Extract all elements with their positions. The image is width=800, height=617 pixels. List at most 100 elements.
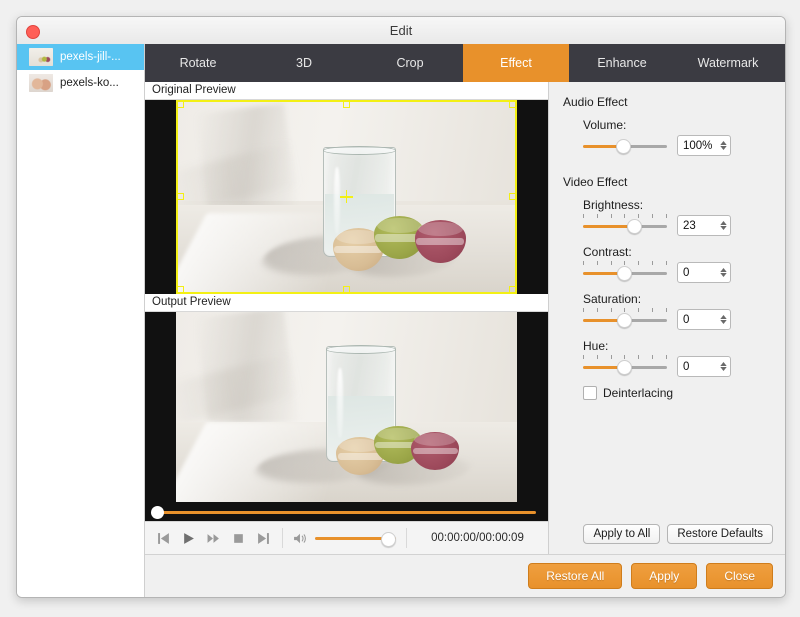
output-preview-stage <box>145 312 548 502</box>
panel-footer: Apply to All Restore Defaults <box>549 524 785 554</box>
tab-bar: Rotate 3D Crop Effect Enhance Watermark <box>145 44 785 82</box>
stop-icon[interactable] <box>232 532 245 545</box>
volume-handle[interactable] <box>381 531 396 547</box>
volume-slider[interactable] <box>315 531 396 547</box>
deinterlacing-checkbox[interactable] <box>583 386 597 400</box>
chevron-up-icon <box>719 221 727 225</box>
volume-control <box>283 531 406 547</box>
scrubber-track <box>155 511 536 514</box>
chevron-down-icon <box>719 273 727 277</box>
preview-column: Original Preview Output Preview 00:00:00… <box>145 82 549 554</box>
contrast-value: 0 <box>683 266 690 279</box>
brightness-stepper-arrows[interactable] <box>716 216 730 235</box>
window-title: Edit <box>389 23 413 38</box>
previous-icon[interactable] <box>157 532 170 545</box>
original-preview-image <box>176 100 517 294</box>
chevron-down-icon <box>719 146 727 150</box>
audio-effect-group-title: Audio Effect <box>563 95 628 109</box>
file-list-item[interactable]: pexels-jill-... <box>17 44 144 70</box>
contrast-slider-row: 0 <box>583 261 785 283</box>
chevron-down-icon <box>719 320 727 324</box>
file-name: pexels-jill-... <box>60 51 121 63</box>
effect-panel-body: Audio Effect Volume: 100% Video Effect B… <box>549 82 785 524</box>
brightness-row-label: Brightness: <box>583 198 644 212</box>
tab-3d[interactable]: 3D <box>251 44 357 82</box>
file-name: pexels-ko... <box>60 77 119 89</box>
slider-ticks <box>583 261 667 265</box>
volume-effect-slider[interactable] <box>583 138 667 154</box>
contrast-stepper-arrows[interactable] <box>716 263 730 282</box>
slider-ticks <box>583 355 667 359</box>
original-preview-stage <box>145 100 548 294</box>
footer-bar: Restore All Apply Close <box>145 554 785 597</box>
effect-panel: Audio Effect Volume: 100% Video Effect B… <box>549 82 785 554</box>
transport-bar: 00:00:00/00:00:09 <box>145 521 548 554</box>
volume-stepper-arrows[interactable] <box>716 136 730 155</box>
close-button[interactable]: Close <box>706 563 773 589</box>
chevron-up-icon <box>719 315 727 319</box>
transport-buttons <box>145 532 282 545</box>
chevron-down-icon <box>719 367 727 371</box>
scrubber-handle[interactable] <box>151 506 164 519</box>
volume-slider-row: 100% <box>583 135 785 156</box>
chevron-up-icon <box>719 141 727 145</box>
content-area: Original Preview Output Preview 00:00:00… <box>145 82 785 554</box>
brightness-value: 23 <box>683 219 696 232</box>
play-icon[interactable] <box>182 532 195 545</box>
apply-button[interactable]: Apply <box>631 563 698 589</box>
chevron-up-icon <box>719 268 727 272</box>
deinterlacing-label: Deinterlacing <box>603 386 674 400</box>
hue-stepper[interactable]: 0 <box>677 356 731 377</box>
original-preview-label: Original Preview <box>145 82 548 100</box>
saturation-row-label: Saturation: <box>583 292 642 306</box>
file-thumbnail <box>29 48 53 66</box>
apply-to-all-button[interactable]: Apply to All <box>583 524 661 544</box>
slider-ticks <box>583 214 667 218</box>
saturation-stepper-arrows[interactable] <box>716 310 730 329</box>
file-thumbnail <box>29 74 53 92</box>
contrast-row-label: Contrast: <box>583 245 632 259</box>
video-effect-group-title: Video Effect <box>563 175 628 189</box>
hue-stepper-arrows[interactable] <box>716 357 730 376</box>
chevron-up-icon <box>719 362 727 366</box>
file-list-sidebar: pexels-jill-... pexels-ko... <box>17 44 145 597</box>
chevron-down-icon <box>719 226 727 230</box>
output-preview-image <box>176 312 517 502</box>
tab-crop[interactable]: Crop <box>357 44 463 82</box>
file-list-item[interactable]: pexels-ko... <box>17 70 144 96</box>
volume-stepper[interactable]: 100% <box>677 135 731 156</box>
volume-value: 100% <box>683 139 713 152</box>
speaker-icon[interactable] <box>293 532 308 545</box>
brightness-stepper[interactable]: 23 <box>677 215 731 236</box>
output-preview-label: Output Preview <box>145 294 548 312</box>
restore-all-button[interactable]: Restore All <box>528 563 623 589</box>
main-area: Rotate 3D Crop Effect Enhance Watermark … <box>145 44 785 597</box>
saturation-slider-row: 0 <box>583 308 785 330</box>
contrast-stepper[interactable]: 0 <box>677 262 731 283</box>
time-display: 00:00:00/00:00:09 <box>431 532 524 544</box>
hue-slider-row: 0 <box>583 355 785 377</box>
restore-defaults-button[interactable]: Restore Defaults <box>667 524 773 544</box>
saturation-value: 0 <box>683 313 690 326</box>
volume-row-label: Volume: <box>583 118 627 132</box>
fast-forward-icon[interactable] <box>207 532 220 545</box>
tab-watermark[interactable]: Watermark <box>675 44 781 82</box>
window-body: pexels-jill-... pexels-ko... Rotate 3D C… <box>17 44 785 597</box>
brightness-slider[interactable] <box>583 214 667 234</box>
saturation-stepper[interactable]: 0 <box>677 309 731 330</box>
next-icon[interactable] <box>257 532 270 545</box>
playback-scrubber[interactable] <box>145 502 548 521</box>
tab-effect[interactable]: Effect <box>463 44 569 82</box>
edit-window: Edit pexels-jill-... pexels-ko... Rotate… <box>16 16 786 598</box>
tab-rotate[interactable]: Rotate <box>145 44 251 82</box>
hue-row-label: Hue: <box>583 339 609 353</box>
hue-value: 0 <box>683 360 690 373</box>
saturation-slider[interactable] <box>583 308 667 328</box>
brightness-slider-row: 23 <box>583 214 785 236</box>
hue-slider[interactable] <box>583 355 667 375</box>
deinterlacing-row[interactable]: Deinterlacing <box>583 386 785 400</box>
slider-ticks <box>583 308 667 312</box>
title-bar: Edit <box>17 17 785 45</box>
contrast-slider[interactable] <box>583 261 667 281</box>
tab-enhance[interactable]: Enhance <box>569 44 675 82</box>
